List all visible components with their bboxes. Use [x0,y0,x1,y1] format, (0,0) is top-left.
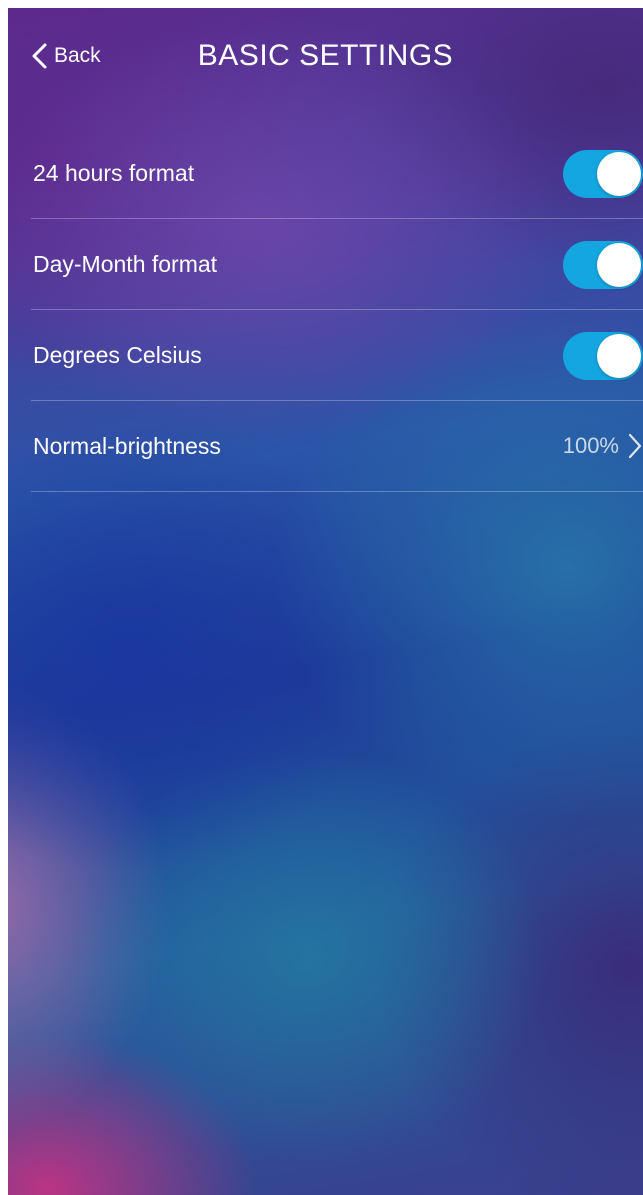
setting-row-normal-brightness[interactable]: Normal-brightness 100% [31,401,643,492]
setting-label: Degrees Celsius [33,342,202,368]
degrees-celsius-toggle[interactable] [563,332,643,380]
settings-screen: Back BASIC SETTINGS 24 hours format Day-… [8,8,643,1195]
setting-row-day-month-format: Day-Month format [31,219,643,310]
toggle-knob [597,243,641,287]
brightness-value-link[interactable]: 100% [563,401,643,491]
chevron-right-icon [628,433,642,459]
setting-label: Day-Month format [33,251,218,277]
setting-label: Normal-brightness [33,433,221,459]
setting-row-24-hours-format: 24 hours format [31,128,643,219]
setting-row-degrees-celsius: Degrees Celsius [31,310,643,401]
toggle-knob [597,152,641,196]
brightness-value: 100% [562,433,619,458]
24-hours-format-toggle[interactable] [563,150,643,198]
day-month-format-toggle[interactable] [563,241,643,289]
settings-list: 24 hours format Day-Month format Degrees… [31,128,643,492]
setting-label: 24 hours format [33,160,195,186]
page-title: BASIC SETTINGS [197,39,454,72]
toggle-knob [597,334,641,378]
header: Back BASIC SETTINGS [8,8,643,102]
